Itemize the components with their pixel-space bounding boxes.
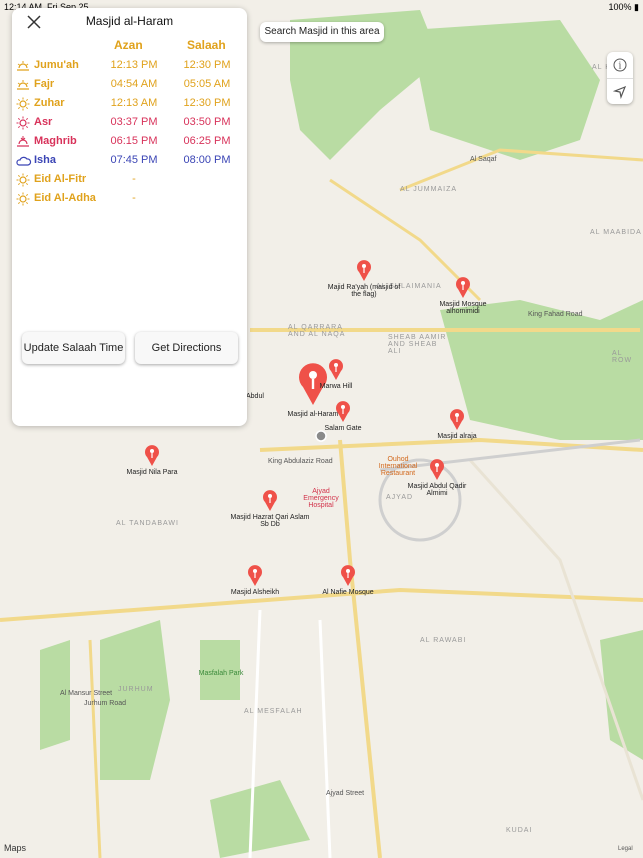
azan-time: 12:13 AM [110, 97, 158, 109]
road-label: Al Saqaf [470, 156, 497, 163]
prayer-row: Asr 03:37 PM 03:50 PM [12, 114, 247, 132]
masjid-pin-label: Masjid Hazrat Qari Aslam Sb Db [230, 514, 310, 528]
svg-text:i: i [619, 62, 622, 72]
area-label: AL QARRARA AND AL NAQA [288, 324, 346, 338]
prayer-times-panel: Masjid al-Haram Azan Salaah Jumu'ah 12:13… [12, 8, 247, 426]
cloud-moon-icon [16, 154, 32, 168]
map-controls: i [607, 52, 633, 104]
update-salaah-button[interactable]: Update Salaah Time [22, 332, 125, 364]
area-label: SHEAB AAMIR AND SHEAB ALI [388, 334, 447, 355]
azan-time: 06:15 PM [110, 135, 158, 147]
prayer-name: Eid Al-Fitr [34, 173, 87, 185]
prayer-row: Maghrib 06:15 PM 06:25 PM [12, 133, 247, 151]
masjid-pin-icon[interactable] [455, 276, 471, 298]
salaah-time: 06:25 PM [183, 135, 231, 147]
legal-link[interactable]: Legal [618, 846, 633, 852]
azan-header: Azan [114, 38, 143, 52]
area-label: AL JUMMAIZA [400, 186, 458, 193]
salaah-header: Salaah [187, 38, 226, 52]
masjid-pin-icon[interactable] [247, 564, 263, 586]
masjid-pin-icon[interactable] [429, 458, 445, 480]
masjid-pin-icon[interactable] [335, 400, 351, 422]
location-arrow-icon[interactable] [607, 78, 633, 105]
azan-time: - [132, 173, 136, 185]
masjid-pin-label: Masjid alraja [437, 433, 477, 440]
prayer-row: Zuhar 12:13 AM 12:30 PM [12, 95, 247, 113]
get-directions-button[interactable]: Get Directions [135, 332, 238, 364]
masjid-pin-label: Al Nafie Mosque [322, 589, 374, 596]
search-area-button[interactable]: Search Masjid in this area [260, 22, 384, 42]
panel-title: Masjid al-Haram [85, 14, 174, 28]
azan-time: 04:54 AM [110, 78, 158, 90]
masjid-pin-label: Marwa Hill [319, 383, 353, 390]
masjid-pin-label: Masjid Abdul Qadir Almimi [407, 483, 467, 497]
salaah-time: 08:00 PM [183, 154, 231, 166]
poi-label: Ouhod International Restaurant [378, 456, 418, 477]
prayer-row: Isha 07:45 PM 08:00 PM [12, 152, 247, 170]
masjid-pin-label: Majid Ra'yah (masjid of the flag) [327, 284, 401, 298]
masjid-pin-icon[interactable] [328, 358, 344, 380]
azan-time: 12:13 PM [110, 59, 158, 71]
prayer-name: Eid Al-Adha [34, 192, 96, 204]
masjid-pin-icon[interactable] [449, 408, 465, 430]
azan-time: 07:45 PM [110, 154, 158, 166]
masjid-pin-label: Masjid Nila Para [126, 469, 178, 476]
masjid-pin-icon[interactable] [356, 259, 372, 281]
road-label: Jurhum Road [84, 700, 127, 707]
prayer-name: Isha [34, 154, 57, 166]
area-label: AL MESFALAH [244, 708, 303, 715]
road-label: Ajyad Street [326, 790, 365, 797]
sun-icon [16, 173, 30, 187]
prayer-name: Asr [34, 116, 53, 128]
salaah-time: 12:30 PM [183, 59, 231, 71]
area-label: AL MAABIDA [590, 229, 642, 236]
masjid-pin-label: Salam Gate [324, 425, 362, 432]
masjid-pin-label: Masjid Alsheikh [230, 589, 280, 596]
poi-label: Abdul [246, 393, 264, 400]
salaah-time: 12:30 PM [183, 97, 231, 109]
prayer-name: Maghrib [34, 135, 77, 147]
road-label: King Fahad Road [528, 311, 583, 318]
road-label: Al Mansur Street [60, 690, 113, 697]
salaah-time: 05:05 AM [183, 78, 231, 90]
prayer-name: Jumu'ah [34, 59, 79, 71]
masjid-pin-icon[interactable] [144, 444, 160, 466]
sun-icon [16, 97, 30, 111]
prayer-row: Jumu'ah 12:13 PM 12:30 PM [12, 57, 247, 75]
prayer-row: Eid Al-Fitr - [12, 171, 247, 189]
prayer-row: Fajr 04:54 AM 05:05 AM [12, 76, 247, 94]
area-label: KUDAI [506, 827, 533, 834]
sunrise-icon [16, 59, 30, 73]
sun-icon [16, 116, 30, 130]
masjid-pin-icon[interactable] [340, 564, 356, 586]
azan-time: 03:37 PM [110, 116, 158, 128]
maps-logo: Maps [4, 843, 27, 853]
area-label: AL RAWABI [420, 637, 467, 644]
sunrise-icon [16, 78, 30, 92]
prayer-name: Fajr [34, 78, 55, 90]
poi-label: Masfalah Park [198, 670, 244, 677]
prayer-row: Eid Al-Adha - [12, 190, 247, 208]
road-label: King Abdulaziz Road [268, 458, 333, 465]
masjid-pin-icon[interactable] [262, 489, 278, 511]
area-label: AL ROW [612, 350, 633, 364]
area-label: JURHUM [118, 686, 154, 693]
masjid-pin-label: Masjid Mosque alhomimidi [439, 301, 487, 315]
area-label: AL TANDABAWI [116, 520, 179, 527]
azan-time: - [132, 192, 136, 204]
salaah-time: 03:50 PM [183, 116, 231, 128]
sunset-icon [16, 135, 30, 149]
sun-icon [16, 192, 30, 206]
prayer-name: Zuhar [34, 97, 65, 109]
poi-label: Ajyad Emergency Hospital [303, 488, 339, 509]
info-icon[interactable]: i [607, 52, 633, 78]
status-battery: 100% ▮ [608, 2, 639, 12]
